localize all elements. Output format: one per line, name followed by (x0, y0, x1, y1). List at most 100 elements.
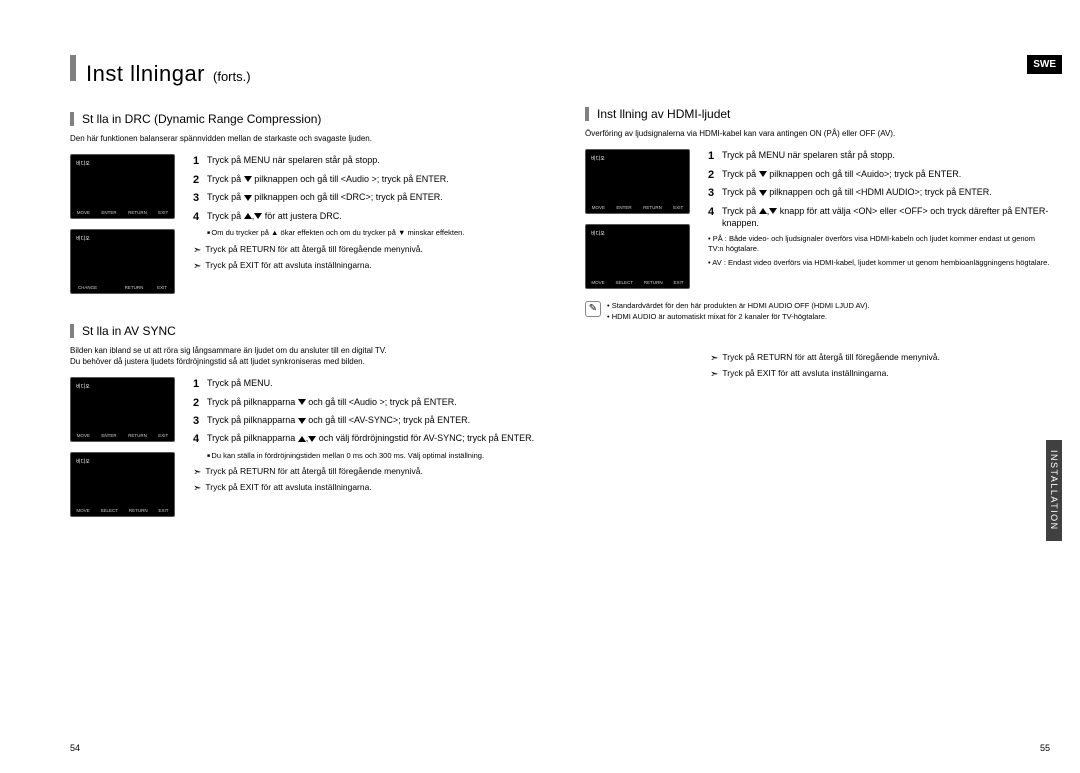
screen-btn: MOVE (77, 210, 90, 215)
step-number: 1 (193, 154, 207, 169)
intro-text: Bilden kan ibland se ut att röra sig lån… (70, 346, 535, 367)
step: 1Tryck på MENU. (193, 377, 535, 392)
footer-pointers: ➣Tryck på RETURN för att återgå till för… (710, 352, 1050, 382)
screen-thumb: 비디오 MOVE ENTER RETURN EXIT (70, 154, 175, 219)
return-line: ➣Tryck på RETURN för att återgå till för… (193, 466, 535, 480)
step-number: 1 (193, 377, 207, 392)
screen-btn: MOVE (76, 508, 89, 513)
screen-btn: RETURN (643, 205, 662, 210)
screen-label: 비디오 (76, 160, 90, 167)
step: 1Tryck på MENU när spelaren står på stop… (708, 149, 1050, 164)
left-page: Inst llningar (forts.) St lla in DRC (Dy… (70, 55, 535, 547)
pointer-icon: ➣ (193, 244, 201, 258)
screen-btn: ENTER (616, 205, 631, 210)
screen-btn: EXIT (158, 210, 168, 215)
arrow-up-icon (244, 213, 252, 219)
screen-label: 비디오 (76, 235, 90, 242)
section-bar-icon (70, 112, 74, 126)
screen-btn: EXIT (674, 280, 684, 285)
step-number: 3 (193, 191, 207, 206)
step-number: 1 (708, 149, 722, 164)
return-line: ➣Tryck på RETURN för att återgå till för… (710, 352, 1050, 366)
intro-text: Överföring av ljudsignalerna via HDMI-ka… (585, 129, 1050, 139)
arrow-down-icon (298, 399, 306, 405)
step-note: Du kan ställa in fördröjningstiden mella… (207, 451, 535, 461)
step-text: Tryck på MENU när spelaren står på stopp… (207, 154, 380, 169)
step-number: 4 (708, 205, 722, 230)
section-title: St lla in AV SYNC (82, 324, 176, 338)
screen-btn: SELECT (616, 280, 634, 285)
pointer-icon: ➣ (193, 466, 201, 480)
step-text: Tryck på pilknapparna och gå till <AV-SY… (207, 414, 470, 429)
step-text: Tryck på MENU. (207, 377, 273, 392)
steps-list: 1Tryck på MENU. 2Tryck på pilknapparna o… (193, 377, 535, 517)
screen-thumb: 비디오 MOVE ENTER RETURN EXIT (585, 149, 690, 214)
page-title-row: Inst llningar (forts.) (70, 55, 535, 87)
step-number: 2 (708, 168, 722, 183)
screen-btn: RETURN (128, 210, 147, 215)
section-title: St lla in DRC (Dynamic Range Compression… (82, 112, 321, 126)
step-number: 4 (193, 432, 207, 447)
steps-list: 1Tryck på MENU när spelaren står på stop… (708, 149, 1050, 289)
step-note: Om du trycker på ▲ ökar effekten och om … (207, 228, 535, 238)
section-body-drc: 비디오 MOVE ENTER RETURN EXIT 비디오 CHANGE RE… (70, 154, 535, 294)
exit-line: ➣Tryck på EXIT för att avsluta inställni… (193, 482, 535, 496)
section-body-avsync: 비디오 MOVE ENTER RETURN EXIT 비디오 MOVE SELE… (70, 377, 535, 517)
page-number-right: 55 (1040, 743, 1050, 753)
step-text: Tryck på pilknappen och gå till <Auido>;… (722, 168, 961, 183)
screen-btn: EXIT (673, 205, 683, 210)
screen-btn: RETURN (125, 285, 144, 290)
step: 3Tryck på pilknappen och gå till <DRC>; … (193, 191, 535, 206)
step-text: Tryck på pilknappen och gå till <Audio >… (207, 173, 449, 188)
info-text: • Standardvärdet för den här produkten ä… (607, 301, 870, 322)
exit-line: ➣Tryck på EXIT för att avsluta inställni… (193, 260, 535, 274)
step-number: 3 (193, 414, 207, 429)
step: 4Tryck på , knapp för att välja <ON> ell… (708, 205, 1050, 230)
screen-label: 비디오 (76, 458, 90, 465)
section-head-hdmi: Inst llning av HDMI-ljudet (585, 107, 1050, 121)
return-line: ➣Tryck på RETURN för att återgå till för… (193, 244, 535, 258)
arrow-down-icon (769, 208, 777, 214)
step: 4Tryck på pilknapparna , och välj fördrö… (193, 432, 535, 447)
screen-buttons: MOVE SELECT RETURN EXIT (586, 280, 689, 285)
screen-btn: EXIT (158, 433, 168, 438)
exit-line: ➣Tryck på EXIT för att avsluta inställni… (710, 368, 1050, 382)
screen-btn: ENTER (101, 210, 116, 215)
section-body-hdmi: 비디오 MOVE ENTER RETURN EXIT 비디오 MOVE SELE… (585, 149, 1050, 289)
pointer-icon: ➣ (193, 260, 201, 274)
screen-btn: EXIT (159, 508, 169, 513)
step-number: 2 (193, 173, 207, 188)
screen-btn: SELECT (101, 508, 119, 513)
page-subtitle: (forts.) (213, 69, 251, 84)
step-number: 4 (193, 210, 207, 225)
screen-btn: MOVE (592, 205, 605, 210)
bullet-on: • PÅ : Både video- och ljudsignaler över… (708, 234, 1050, 255)
step-text: Tryck på pilknappen och gå till <DRC>; t… (207, 191, 443, 206)
arrow-up-icon (298, 436, 306, 442)
screen-thumbnails: 비디오 MOVE ENTER RETURN EXIT 비디오 MOVE SELE… (70, 377, 175, 517)
screen-btn: CHANGE (78, 285, 97, 290)
screen-btn: RETURN (644, 280, 663, 285)
screen-btn: ENTER (101, 433, 116, 438)
step-text: Tryck på , knapp för att välja <ON> elle… (722, 205, 1050, 230)
steps-list: 1Tryck på MENU när spelaren står på stop… (193, 154, 535, 294)
step: 3Tryck på pilknappen och gå till <HDMI A… (708, 186, 1050, 201)
screen-btn: MOVE (591, 280, 604, 285)
page-number-left: 54 (70, 743, 80, 753)
arrow-down-icon (298, 418, 306, 424)
section-head-drc: St lla in DRC (Dynamic Range Compression… (70, 112, 535, 126)
arrow-up-icon (759, 208, 767, 214)
step-number: 2 (193, 396, 207, 411)
screen-label: 비디오 (76, 383, 90, 390)
screen-thumbnails: 비디오 MOVE ENTER RETURN EXIT 비디오 CHANGE RE… (70, 154, 175, 294)
arrow-down-icon (254, 213, 262, 219)
screen-label: 비디오 (591, 230, 605, 237)
pointer-icon: ➣ (710, 352, 718, 366)
arrow-down-icon (759, 171, 767, 177)
screen-thumb: 비디오 CHANGE RETURN EXIT (70, 229, 175, 294)
screen-btn: RETURN (129, 508, 148, 513)
intro-text: Den här funktionen balanserar spännvidde… (70, 134, 535, 144)
step: 4Tryck på , för att justera DRC. (193, 210, 535, 225)
screen-thumb: 비디오 MOVE ENTER RETURN EXIT (70, 377, 175, 442)
screen-btn: EXIT (157, 285, 167, 290)
